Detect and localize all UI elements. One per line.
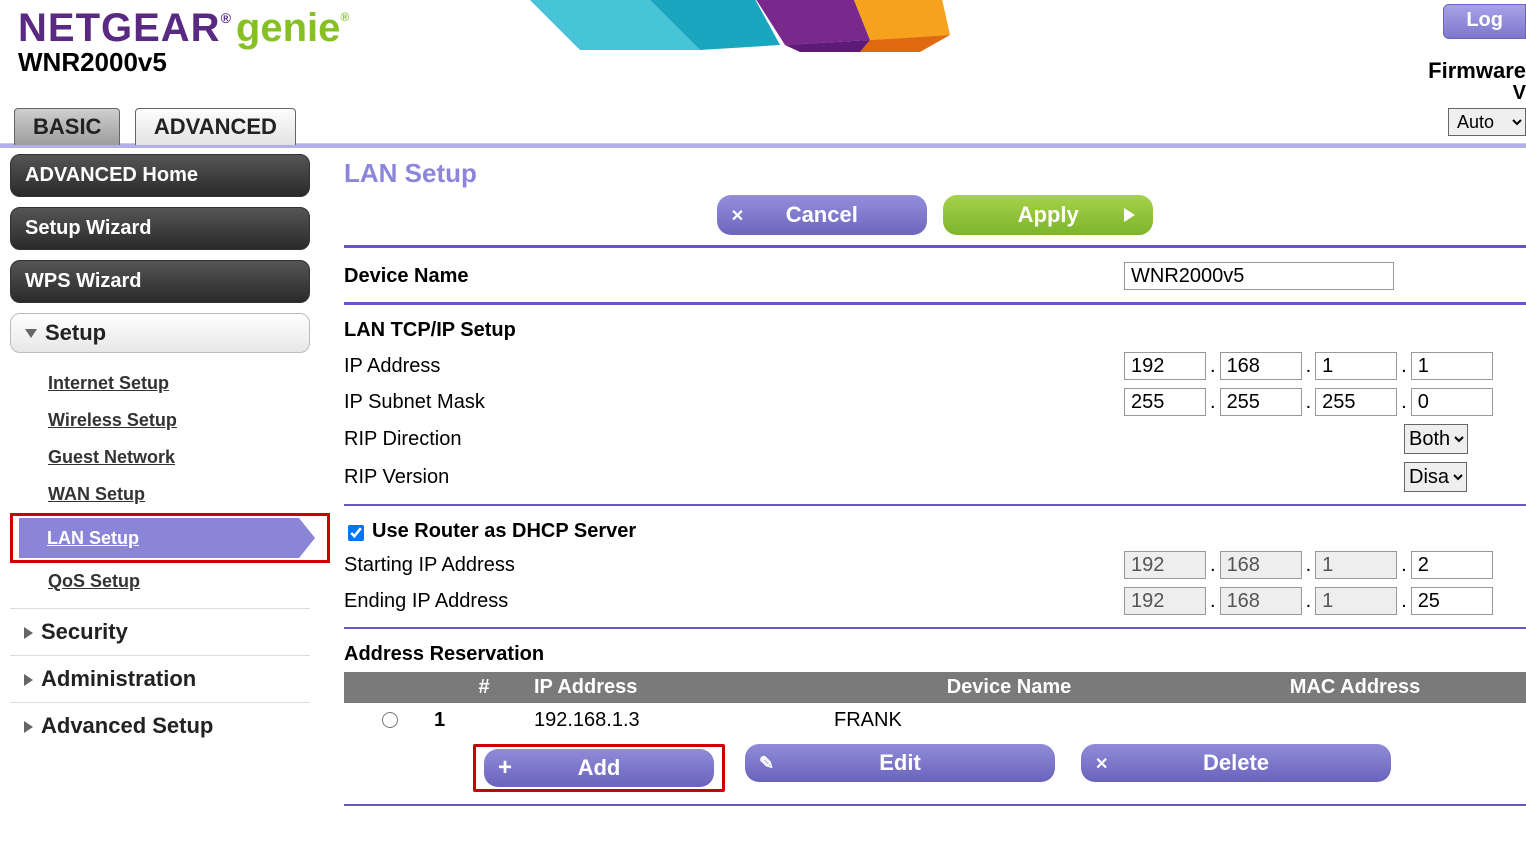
tcpip-section-label: LAN TCP/IP Setup bbox=[344, 315, 1526, 348]
col-device: Device Name bbox=[834, 676, 1184, 699]
sidebar-setup-wizard[interactable]: Setup Wizard bbox=[10, 207, 310, 250]
ip-octet-2[interactable] bbox=[1220, 352, 1302, 380]
ip-octet-1[interactable] bbox=[1124, 352, 1206, 380]
arrow-right-icon bbox=[1124, 208, 1135, 222]
tab-advanced[interactable]: ADVANCED bbox=[135, 108, 296, 145]
submenu-setup: Internet Setup Wireless Setup Guest Netw… bbox=[10, 361, 322, 608]
ending-ip-label: Ending IP Address bbox=[344, 590, 1124, 613]
ip-address-label: IP Address bbox=[344, 355, 1124, 378]
dhcp-label: Use Router as DHCP Server bbox=[372, 520, 636, 543]
subnet-octet-1[interactable] bbox=[1124, 388, 1206, 416]
pencil-icon bbox=[759, 753, 774, 774]
rip-direction-label: RIP Direction bbox=[344, 428, 1404, 451]
start-ip-3 bbox=[1315, 551, 1397, 579]
close-icon bbox=[731, 205, 744, 226]
sidebar-item-guest-network[interactable]: Guest Network bbox=[48, 439, 322, 476]
cancel-button[interactable]: Cancel bbox=[717, 195, 927, 235]
add-button[interactable]: Add bbox=[484, 749, 714, 787]
reservation-row: 1 192.168.1.3 FRANK bbox=[344, 703, 1526, 740]
header-bar: NETGEAR® genie® WNR2000v5 Log Firmware V bbox=[0, 0, 1526, 100]
start-ip-2 bbox=[1220, 551, 1302, 579]
start-ip-1 bbox=[1124, 551, 1206, 579]
subnet-octet-2[interactable] bbox=[1220, 388, 1302, 416]
sidebar-item-wireless-setup[interactable]: Wireless Setup bbox=[48, 402, 322, 439]
sidebar-group-advanced-setup[interactable]: Advanced Setup bbox=[10, 702, 310, 749]
subnet-octet-4[interactable] bbox=[1411, 388, 1493, 416]
sidebar-group-administration[interactable]: Administration bbox=[10, 655, 310, 702]
login-button[interactable]: Log bbox=[1443, 4, 1526, 39]
edit-button[interactable]: Edit bbox=[745, 744, 1055, 782]
page-title: LAN Setup bbox=[344, 158, 1526, 189]
col-ip: IP Address bbox=[534, 676, 834, 699]
end-ip-3 bbox=[1315, 587, 1397, 615]
tab-row: BASIC ADVANCED Auto bbox=[0, 100, 1526, 144]
subnet-octet-3[interactable] bbox=[1315, 388, 1397, 416]
delete-button[interactable]: Delete bbox=[1081, 744, 1391, 782]
sidebar-advanced-home[interactable]: ADVANCED Home bbox=[10, 154, 310, 197]
chevron-right-icon bbox=[24, 721, 33, 733]
reservation-table-header: # IP Address Device Name MAC Address bbox=[344, 672, 1526, 703]
end-ip-4[interactable] bbox=[1411, 587, 1493, 615]
sidebar-item-wan-setup[interactable]: WAN Setup bbox=[48, 476, 322, 513]
col-index: # bbox=[434, 676, 534, 699]
end-ip-2 bbox=[1220, 587, 1302, 615]
rip-version-label: RIP Version bbox=[344, 466, 1404, 489]
ip-octet-3[interactable] bbox=[1315, 352, 1397, 380]
close-icon bbox=[1095, 753, 1108, 774]
ip-octet-4[interactable] bbox=[1411, 352, 1493, 380]
sidebar-item-lan-setup[interactable]: LAN Setup bbox=[19, 518, 299, 558]
decorative-shapes bbox=[520, 0, 1080, 60]
end-ip-1 bbox=[1124, 587, 1206, 615]
brand-logo: NETGEAR® bbox=[18, 6, 232, 51]
address-reservation-label: Address Reservation bbox=[344, 639, 1526, 672]
reservation-idx: 1 bbox=[434, 709, 534, 734]
chevron-right-icon bbox=[24, 627, 33, 639]
tab-basic[interactable]: BASIC bbox=[14, 108, 120, 145]
add-button-highlight: Add bbox=[473, 744, 725, 792]
reservation-device: FRANK bbox=[834, 709, 1184, 734]
chevron-right-icon bbox=[24, 674, 33, 686]
dhcp-checkbox[interactable] bbox=[348, 525, 364, 541]
start-ip-4[interactable] bbox=[1411, 551, 1493, 579]
apply-button[interactable]: Apply bbox=[943, 195, 1153, 235]
sidebar: ADVANCED Home Setup Wizard WPS Wizard Se… bbox=[0, 148, 330, 816]
sidebar-wps-wizard[interactable]: WPS Wizard bbox=[10, 260, 310, 303]
device-name-input[interactable] bbox=[1124, 262, 1394, 290]
firmware-version: V bbox=[1513, 82, 1526, 105]
reservation-ip: 192.168.1.3 bbox=[534, 709, 834, 734]
reservation-radio[interactable] bbox=[382, 712, 398, 728]
reservation-mac bbox=[1184, 709, 1526, 734]
rip-direction-select[interactable]: Both bbox=[1404, 424, 1468, 454]
col-mac: MAC Address bbox=[1184, 676, 1526, 699]
sidebar-item-qos-setup[interactable]: QoS Setup bbox=[48, 563, 322, 600]
starting-ip-label: Starting IP Address bbox=[344, 554, 1124, 577]
sidebar-item-internet-setup[interactable]: Internet Setup bbox=[48, 365, 322, 402]
plus-icon bbox=[498, 754, 512, 782]
sidebar-group-security[interactable]: Security bbox=[10, 608, 310, 655]
content-panel: LAN Setup Cancel Apply Device Name LAN T… bbox=[330, 148, 1526, 816]
subnet-mask-label: IP Subnet Mask bbox=[344, 391, 1124, 414]
firmware-label: Firmware bbox=[1428, 58, 1526, 84]
sidebar-item-lan-setup-highlight: LAN Setup bbox=[10, 513, 330, 563]
sidebar-group-setup[interactable]: Setup bbox=[10, 313, 310, 353]
device-name-label: Device Name bbox=[344, 265, 1124, 288]
chevron-down-icon bbox=[25, 329, 37, 338]
language-select[interactable]: Auto bbox=[1448, 108, 1526, 136]
rip-version-select[interactable]: Disa bbox=[1404, 462, 1467, 492]
genie-logo: genie® bbox=[236, 6, 349, 51]
